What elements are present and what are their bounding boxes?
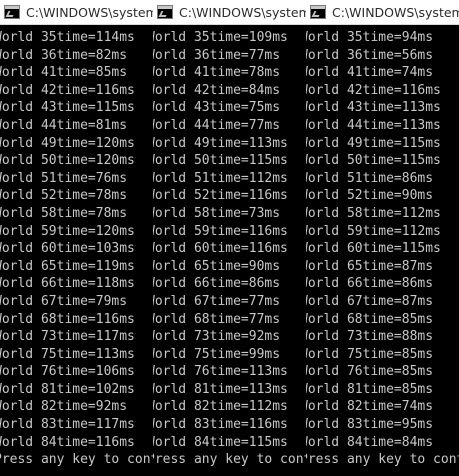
console-line: World 68time=85ms (306, 311, 434, 327)
console-window-3[interactable]: C:\WINDOWS\system32\cmd.exe World 35time… (306, 0, 459, 476)
console-line: World 68time=116ms (0, 311, 135, 327)
console-line: World 84time=115ms (153, 434, 288, 450)
console-line: Press any key to continue . . . (0, 452, 153, 468)
console-window-2[interactable]: C:\WINDOWS\system32\cmd.exe World 35time… (153, 0, 306, 476)
console-line: World 82time=112ms (153, 399, 288, 415)
console-line: World 36time=56ms (306, 47, 434, 63)
console-line: World 68time=77ms (153, 311, 281, 327)
console-line: World 35time=109ms (153, 30, 288, 45)
console-line: World 83time=117ms (0, 417, 135, 433)
console-line: World 65time=119ms (0, 258, 135, 274)
console-window-1[interactable]: C:\WINDOWS\system32\cmd.exe World 35time… (0, 0, 153, 476)
console-line: World 51time=86ms (306, 170, 434, 186)
console-line: World 73time=88ms (306, 329, 434, 345)
console-line: World 60time=116ms (153, 241, 288, 257)
console-line: World 36time=82ms (0, 47, 128, 63)
window-title: C:\WINDOWS\system32\cmd.exe (179, 4, 306, 20)
console-line: World 76time=85ms (306, 364, 434, 380)
console-line: World 51time=76ms (0, 170, 128, 186)
console-line: World 44time=113ms (306, 117, 441, 133)
console-line: World 49time=115ms (306, 135, 441, 151)
window-title: C:\WINDOWS\system32\cmd.exe (332, 4, 459, 20)
console-line: World 43time=115ms (0, 100, 135, 116)
console-line: World 81time=85ms (306, 381, 434, 397)
console-line: World 84time=84ms (306, 434, 434, 450)
console-line: World 44time=77ms (153, 117, 281, 133)
console-line: World 60time=103ms (0, 241, 135, 257)
title-bar[interactable]: C:\WINDOWS\system32\cmd.exe (306, 0, 459, 25)
console-line: World 50time=120ms (0, 153, 135, 169)
console-line: World 41time=74ms (306, 65, 434, 81)
window-title: C:\WINDOWS\system32\cmd.exe (26, 4, 153, 20)
console-line: World 84time=116ms (0, 434, 135, 450)
console-line: World 59time=112ms (306, 223, 441, 239)
console-line: World 35time=94ms (306, 30, 434, 45)
console-line: Press any key to continue . . . (153, 452, 306, 468)
console-line: World 36time=77ms (153, 47, 281, 63)
console-line: World 67time=77ms (153, 293, 281, 309)
command-prompt-icon (310, 5, 326, 19)
console-line: World 75time=85ms (306, 346, 434, 362)
console-line: World 43time=113ms (306, 100, 441, 116)
console-line: World 67time=79ms (0, 293, 128, 309)
console-line: World 41time=78ms (153, 65, 281, 81)
console-line: World 49time=113ms (153, 135, 288, 151)
console-line: World 75time=99ms (153, 346, 281, 362)
console-line: World 59time=120ms (0, 223, 135, 239)
console-line: World 52time=78ms (0, 188, 128, 204)
command-prompt-icon (157, 5, 173, 19)
console-line: World 58time=78ms (0, 205, 128, 221)
console-line: World 75time=113ms (0, 346, 135, 362)
console-output: World 35time=114ms World 36time=82ms World… (0, 25, 153, 469)
console-line: World 66time=86ms (306, 276, 434, 292)
console-line: World 51time=112ms (153, 170, 288, 186)
title-bar[interactable]: C:\WINDOWS\system32\cmd.exe (0, 0, 153, 25)
console-line: World 52time=116ms (153, 188, 288, 204)
console-line: World 73time=117ms (0, 329, 135, 345)
console-line: World 50time=115ms (306, 153, 441, 169)
console-line: World 35time=114ms (0, 30, 135, 45)
console-line: World 44time=81ms (0, 117, 128, 133)
console-line: World 81time=102ms (0, 381, 135, 397)
console-line: World 58time=73ms (153, 205, 281, 221)
command-prompt-icon (4, 5, 20, 19)
console-line: World 73time=92ms (153, 329, 281, 345)
console-line: World 59time=116ms (153, 223, 288, 239)
console-output: World 35time=109ms World 36time=77ms World… (153, 25, 306, 469)
console-line: World 76time=106ms (0, 364, 135, 380)
screen: C:\WINDOWS\system32\cmd.exe World 35time… (0, 0, 459, 476)
console-line: World 42time=116ms (0, 82, 135, 98)
console-line: World 66time=118ms (0, 276, 135, 292)
console-line: World 82time=92ms (0, 399, 128, 415)
console-line: World 65time=87ms (306, 258, 434, 274)
console-line: World 67time=87ms (306, 293, 434, 309)
console-line: World 65time=90ms (153, 258, 281, 274)
console-line: World 49time=120ms (0, 135, 135, 151)
console-line: World 60time=115ms (306, 241, 441, 257)
console-line: World 83time=95ms (306, 417, 434, 433)
console-line: World 76time=113ms (153, 364, 288, 380)
console-line: World 41time=85ms (0, 65, 128, 81)
console-line: World 50time=115ms (153, 153, 288, 169)
console-line: World 42time=116ms (306, 82, 441, 98)
console-line: World 43time=75ms (153, 100, 281, 116)
console-line: World 82time=74ms (306, 399, 434, 415)
console-line: World 58time=112ms (306, 205, 441, 221)
console-line: Press any key to continue . . . (306, 452, 459, 468)
console-line: World 66time=86ms (153, 276, 281, 292)
title-bar[interactable]: C:\WINDOWS\system32\cmd.exe (153, 0, 306, 25)
console-line: World 42time=84ms (153, 82, 281, 98)
console-line: World 52time=90ms (306, 188, 434, 204)
console-output: World 35time=94ms World 36time=56ms World … (306, 25, 459, 469)
console-line: World 81time=113ms (153, 381, 288, 397)
console-line: World 83time=116ms (153, 417, 288, 433)
